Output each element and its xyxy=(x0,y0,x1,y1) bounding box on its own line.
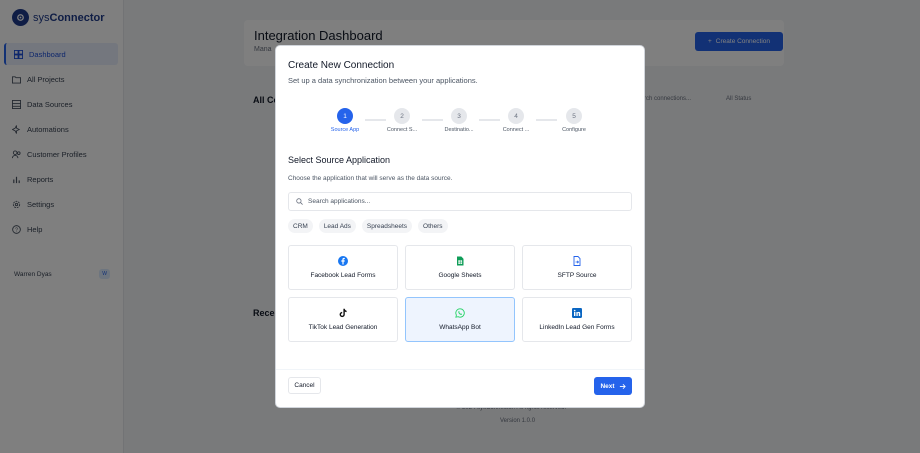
wizard-stepper: 1 Source App 2 Connect S... 3 Destinatio… xyxy=(316,108,656,138)
filter-chip-crm[interactable]: CRM xyxy=(288,219,313,233)
tiktok-icon xyxy=(338,308,348,318)
step-source-app[interactable]: 1 Source App xyxy=(320,108,370,133)
step-label: Destinatio... xyxy=(444,127,474,133)
step-label: Connect ... xyxy=(502,127,530,133)
file-transfer-icon xyxy=(572,256,582,266)
app-card-facebook-lead-forms[interactable]: Facebook Lead Forms xyxy=(288,245,398,290)
app-card-label: TikTok Lead Generation xyxy=(308,324,378,331)
whatsapp-icon xyxy=(455,308,465,318)
step-connect-destination[interactable]: 4 Connect ... xyxy=(491,108,541,133)
modal-subtitle: Set up a data synchronization between yo… xyxy=(288,76,478,85)
next-button[interactable]: Next xyxy=(594,377,632,395)
step-label: Connect S... xyxy=(386,127,418,133)
section-description: Choose the application that will serve a… xyxy=(288,175,453,182)
app-search-box[interactable] xyxy=(288,192,632,211)
filter-chip-spreadsheets[interactable]: Spreadsheets xyxy=(361,219,413,233)
next-button-label: Next xyxy=(600,382,615,390)
modal-title: Create New Connection xyxy=(288,60,395,71)
app-card-whatsapp-bot[interactable]: WhatsApp Bot xyxy=(405,297,515,342)
arrow-right-icon xyxy=(619,383,626,389)
create-connection-modal: Create New Connection Set up a data sync… xyxy=(276,46,644,407)
cancel-button[interactable]: Cancel xyxy=(288,377,321,394)
app-card-sftp-source[interactable]: SFTP Source xyxy=(522,245,632,290)
app-card-label: LinkedIn Lead Gen Forms xyxy=(539,324,615,331)
app-card-tiktok-lead-generation[interactable]: TikTok Lead Generation xyxy=(288,297,398,342)
step-number: 1 xyxy=(337,108,353,124)
section-title: Select Source Application xyxy=(288,155,391,165)
app-card-label: SFTP Source xyxy=(557,272,597,279)
modal-footer-divider xyxy=(276,369,644,370)
step-destination[interactable]: 3 Destinatio... xyxy=(434,108,484,133)
app-search-input[interactable] xyxy=(308,198,608,205)
step-label: Configure xyxy=(562,127,586,133)
filter-chip-lead-ads[interactable]: Lead Ads xyxy=(318,219,356,233)
step-number: 3 xyxy=(451,108,467,124)
app-card-linkedin-lead-gen-forms[interactable]: LinkedIn Lead Gen Forms xyxy=(522,297,632,342)
linkedin-icon xyxy=(572,308,582,318)
step-configure[interactable]: 5 Configure xyxy=(549,108,599,133)
step-number: 2 xyxy=(394,108,410,124)
app-card-google-sheets[interactable]: Google Sheets xyxy=(405,245,515,290)
app-card-label: WhatsApp Bot xyxy=(439,324,481,331)
google-sheets-icon xyxy=(455,256,465,266)
category-filters: CRM Lead Ads Spreadsheets Others xyxy=(288,219,448,233)
app-card-label: Google Sheets xyxy=(438,272,482,279)
search-icon xyxy=(296,198,303,205)
filter-chip-others[interactable]: Others xyxy=(418,219,448,233)
step-number: 5 xyxy=(566,108,582,124)
step-label: Source App xyxy=(330,127,360,133)
facebook-icon xyxy=(338,256,348,266)
step-number: 4 xyxy=(508,108,524,124)
step-connect-source[interactable]: 2 Connect S... xyxy=(377,108,427,133)
app-card-label: Facebook Lead Forms xyxy=(310,272,376,279)
